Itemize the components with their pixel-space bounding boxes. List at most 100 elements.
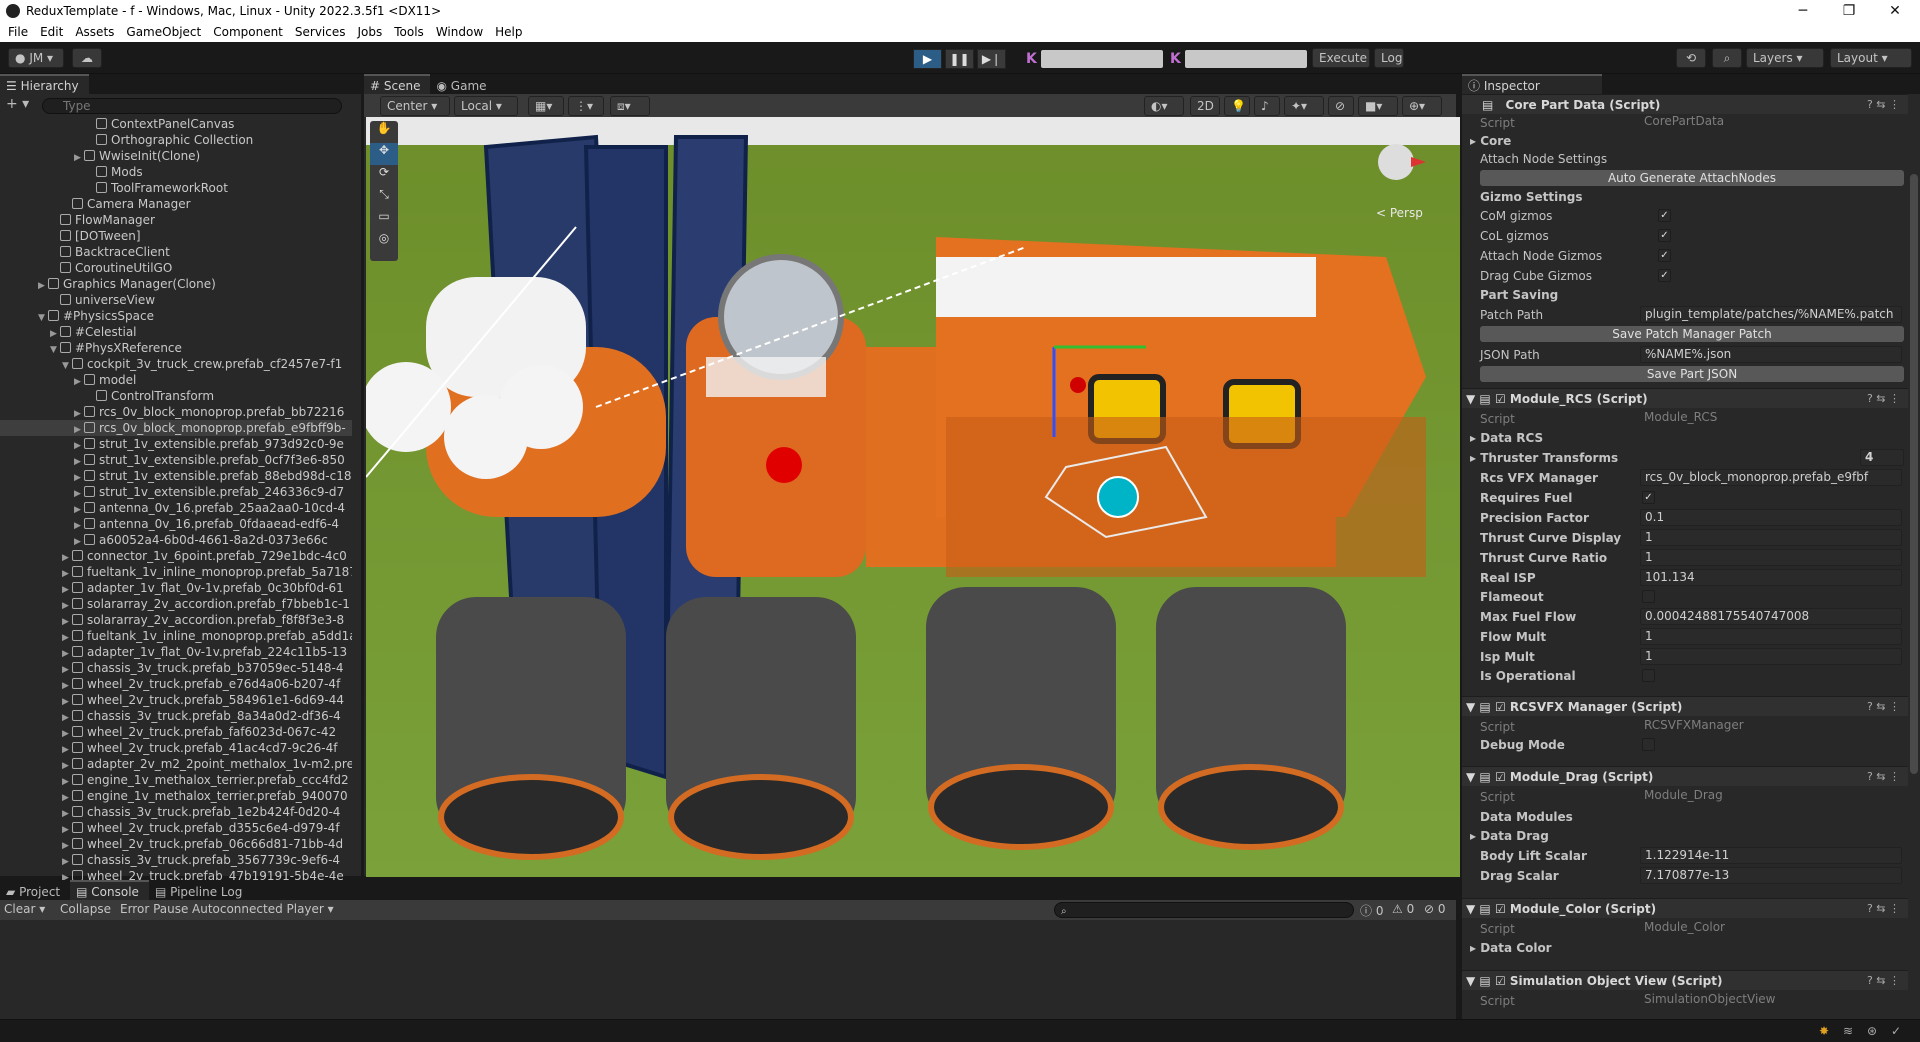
expand-arrow-icon[interactable]: ▶ (62, 806, 72, 820)
collapse-button[interactable]: Collapse (60, 902, 111, 916)
hierarchy-row[interactable]: ▶ strut_1v_extensible.prefab_88ebd98d-c18 (0, 468, 352, 484)
expand-arrow-icon[interactable]: ▶ (62, 614, 72, 628)
expand-arrow-icon[interactable]: ▶ (62, 758, 72, 772)
expand-arrow-icon[interactable]: ▶ (74, 406, 84, 420)
hierarchy-row[interactable]: ▶ fueltank_1v_inline_monoprop.prefab_a5dd… (0, 628, 352, 644)
rect-tool-icon[interactable]: ▭ (370, 209, 398, 231)
patch-path-field[interactable]: plugin_template/patches/%NAME%.patch (1640, 306, 1902, 323)
progress-icon[interactable]: ⊛ (1864, 1023, 1880, 1039)
expand-arrow-icon[interactable]: ▶ (50, 326, 60, 340)
hierarchy-row[interactable]: ▶ adapter_1v_flat_0v-1v.prefab_224c11b5-1… (0, 644, 352, 660)
expand-arrow-icon[interactable]: ▶ (62, 550, 72, 564)
audio-icon[interactable]: ♪ (1254, 96, 1280, 116)
tab-pipeline-log[interactable]: ▤ Pipeline Log (148, 880, 253, 900)
hierarchy-row[interactable]: ▶ adapter_1v_flat_0v-1v.prefab_0c30bf0d-6… (0, 580, 352, 596)
menu-help[interactable]: Help (491, 25, 530, 39)
scene-viewport[interactable]: < Persp ✋ ✥ ⟳ ⤡ ▭ ◎ (366, 117, 1460, 877)
lighting-icon[interactable]: 💡 (1224, 96, 1250, 116)
snap-icon[interactable]: ⋮▾ (568, 96, 604, 116)
hierarchy-row[interactable]: ContextPanelCanvas (0, 116, 352, 132)
enable-checkbox[interactable]: ☑ (1495, 902, 1506, 916)
auto-generate-button[interactable]: Auto Generate AttachNodes (1480, 170, 1904, 186)
execute-button[interactable]: Execute (1312, 48, 1370, 68)
warning-count[interactable]: ⚠ 0 (1392, 902, 1414, 916)
expand-arrow-icon[interactable]: ▶ (74, 502, 84, 516)
tab-scene[interactable]: # Scene (364, 74, 431, 94)
component-menu-icon[interactable]: ? ⇆ ⋮ (1867, 697, 1900, 717)
menu-assets[interactable]: Assets (71, 25, 122, 39)
check-icon[interactable]: ✓ (1888, 1023, 1904, 1039)
real-isp-field[interactable]: 101.134 (1640, 569, 1902, 586)
hierarchy-row[interactable]: ▶ wheel_2v_truck.prefab_584961e1-6d69-44 (0, 692, 352, 708)
k-dropdown-2[interactable] (1185, 50, 1307, 68)
tab-console[interactable]: ▤ Console (70, 880, 149, 900)
expand-arrow-icon[interactable]: ▼ (62, 358, 72, 372)
tcd-field[interactable]: 1 (1640, 529, 1902, 546)
hierarchy-row[interactable]: ControlTransform (0, 388, 352, 404)
hierarchy-row[interactable]: ▶ chassis_3v_truck.prefab_8a34a0d2-df36-4 (0, 708, 352, 724)
expand-arrow-icon[interactable]: ▶ (62, 838, 72, 852)
rcs-vfx-field[interactable]: rcs_0v_block_monoprop.prefab_e9fbf (1640, 469, 1902, 486)
play-button[interactable]: ▶ (913, 49, 942, 69)
save-patch-button[interactable]: Save Patch Manager Patch (1480, 326, 1904, 342)
add-object-button[interactable]: + ▾ (6, 96, 36, 114)
hierarchy-row[interactable]: ▶ chassis_3v_truck.prefab_1e2b424f-0d20-4 (0, 804, 352, 820)
hierarchy-row[interactable]: ▶ connector_1v_6point.prefab_729e1bdc-4c0 (0, 548, 352, 564)
hierarchy-row[interactable]: BacktraceClient (0, 244, 352, 260)
hierarchy-row[interactable]: ▶ strut_1v_extensible.prefab_973d92c0-9e (0, 436, 352, 452)
component-menu-icon[interactable]: ? ⇆ ⋮ (1867, 971, 1900, 991)
expand-arrow-icon[interactable]: ▼ (38, 310, 48, 324)
pivot-dropdown[interactable]: Center ▾ (380, 96, 450, 116)
com-checkbox[interactable]: ✓ (1658, 209, 1671, 222)
expand-arrow-icon[interactable]: ▶ (62, 598, 72, 612)
hierarchy-row[interactable]: Mods (0, 164, 352, 180)
component-menu-icon[interactable]: ? ⇆ ⋮ (1867, 95, 1900, 115)
console-search-input[interactable]: ⌕ (1054, 902, 1354, 918)
foldout-data-rcs[interactable]: ▸ Data RCS (1470, 429, 1900, 447)
hierarchy-row[interactable]: ▶ adapter_2v_m2_2point_methalox_1v-m2.pre (0, 756, 352, 772)
log-button[interactable]: Log (1374, 48, 1404, 68)
account-dropdown[interactable]: ● JM ▾ (8, 48, 64, 68)
expand-arrow-icon[interactable]: ▶ (74, 438, 84, 452)
hierarchy-row[interactable]: Orthographic Collection (0, 132, 352, 148)
flameout-checkbox[interactable] (1642, 590, 1655, 603)
gizmos-icon[interactable]: ⊕▾ (1402, 96, 1442, 116)
enable-checkbox[interactable]: ☑ (1495, 770, 1506, 784)
hand-tool-icon[interactable]: ✋ (370, 121, 398, 143)
hierarchy-row[interactable]: ▶ strut_1v_extensible.prefab_0cf7f3e6-850 (0, 452, 352, 468)
expand-arrow-icon[interactable]: ▶ (62, 710, 72, 724)
component-header[interactable]: ▤ Core Part Data (Script) ? ⇆ ⋮ (1462, 94, 1908, 114)
hierarchy-row[interactable]: ▶ model (0, 372, 352, 388)
requires-fuel-checkbox[interactable]: ✓ (1642, 491, 1655, 504)
hierarchy-row[interactable]: ▶ fueltank_1v_inline_monoprop.prefab_5a71… (0, 564, 352, 580)
hierarchy-row[interactable]: ▶ chassis_3v_truck.prefab_3567739c-9ef6-4 (0, 852, 352, 868)
menu-services[interactable]: Services (291, 25, 354, 39)
transform-tool-icon[interactable]: ◎ (370, 231, 398, 253)
drag-cube-checkbox[interactable]: ✓ (1658, 269, 1671, 282)
expand-arrow-icon[interactable]: ▶ (62, 774, 72, 788)
hierarchy-row[interactable]: ▶ wheel_2v_truck.prefab_e76d4a06-b207-4f (0, 676, 352, 692)
expand-arrow-icon[interactable]: ▶ (74, 150, 84, 164)
flow-mult-field[interactable]: 1 (1640, 628, 1902, 645)
grid-icon[interactable]: ▦▾ (528, 96, 564, 116)
draw-mode-icon[interactable]: ◐▾ (1144, 96, 1184, 116)
hierarchy-row[interactable]: ▶ chassis_3v_truck.prefab_b37059ec-5148-4 (0, 660, 352, 676)
expand-arrow-icon[interactable]: ▶ (38, 278, 48, 292)
menu-jobs[interactable]: Jobs (354, 25, 391, 39)
precision-field[interactable]: 0.1 (1640, 509, 1902, 526)
foldout-core[interactable]: ▸ Core (1470, 132, 1900, 150)
expand-arrow-icon[interactable]: ▶ (62, 854, 72, 868)
menu-window[interactable]: Window (432, 25, 491, 39)
scale-tool-icon[interactable]: ⤡ (370, 187, 398, 209)
space-dropdown[interactable]: Local ▾ (454, 96, 518, 116)
expand-arrow-icon[interactable]: ▶ (62, 742, 72, 756)
component-menu-icon[interactable]: ? ⇆ ⋮ (1867, 899, 1900, 919)
increment-icon[interactable]: ⧈▾ (610, 96, 650, 116)
component-menu-icon[interactable]: ? ⇆ ⋮ (1867, 767, 1900, 787)
hierarchy-row[interactable]: ▶ #Celestial (0, 324, 352, 340)
network-icon[interactable]: ≋ (1840, 1023, 1856, 1039)
visibility-icon[interactable]: ⊘ (1328, 96, 1354, 116)
expand-arrow-icon[interactable]: ▶ (74, 422, 84, 436)
json-path-field[interactable]: %NAME%.json (1640, 346, 1902, 363)
error-count[interactable]: ⊘ 0 (1424, 902, 1446, 916)
